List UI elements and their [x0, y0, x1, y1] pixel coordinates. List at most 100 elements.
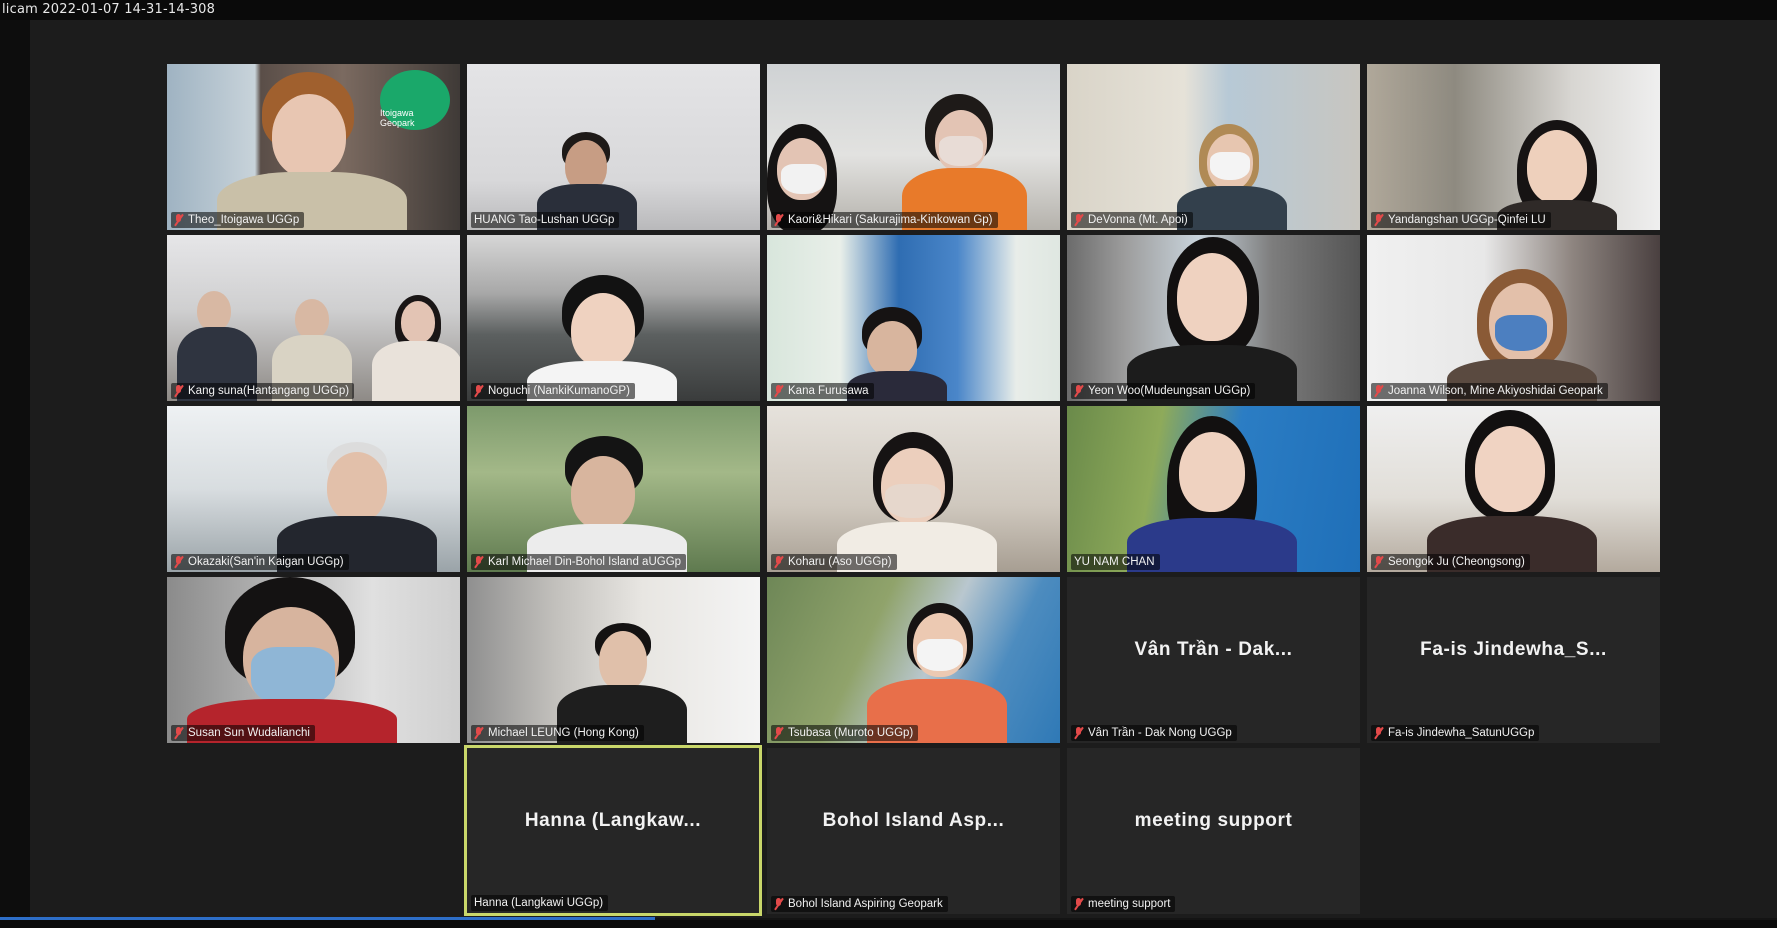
participant-name-text: Yandangshan UGGp-Qinfei LU — [1388, 214, 1546, 226]
video-tile[interactable]: YU NAM CHAN — [1067, 406, 1360, 572]
participant-name-text: Bohol Island Aspiring Geopark — [788, 898, 943, 910]
participant-face — [571, 456, 635, 530]
video-tile[interactable]: Seongok Ju (Cheongsong) — [1367, 406, 1660, 572]
participant-display-name: meeting support — [1134, 810, 1293, 831]
participant-name: Fa-is Jindewha_SatunUGGp — [1371, 725, 1540, 741]
participant-display-name: Fa-is Jindewha_S... — [1420, 639, 1607, 660]
geopark-logo: Itoigawa Geopark — [380, 70, 450, 130]
participant-name: Noguchi (NankiKumanoGP) — [471, 383, 635, 399]
participant-face — [1475, 426, 1545, 512]
video-tile[interactable]: Kana Furusawa — [767, 235, 1060, 401]
face-mask — [917, 639, 963, 671]
video-tile[interactable]: Yandangshan UGGp-Qinfei LU — [1367, 64, 1660, 230]
participant-display-name: Vân Trần - Dak... — [1134, 639, 1293, 660]
video-tile-camera-off[interactable]: Vân Trần - Dak... Vân Trần - Dak Nong UG… — [1067, 577, 1360, 743]
mic-muted-icon — [1074, 727, 1083, 739]
bottom-edge — [0, 920, 1777, 928]
participant-name-text: DeVonna (Mt. Apoi) — [1088, 214, 1188, 226]
participant-body — [1177, 186, 1287, 230]
face-mask — [885, 484, 941, 518]
face-mask — [1495, 315, 1547, 351]
participant-name-text: Noguchi (NankiKumanoGP) — [488, 385, 630, 397]
participant-name: Kang suna(Hantangang UGGp) — [171, 383, 355, 399]
video-tile[interactable]: DeVonna (Mt. Apoi) — [1067, 64, 1360, 230]
participant-name-text: Kaori&Hikari (Sakurajima-Kinkowan Gp) — [788, 214, 993, 226]
video-tile[interactable]: Koharu (Aso UGGp) — [767, 406, 1060, 572]
participant-name-text: Theo_Itoigawa UGGp — [188, 214, 300, 226]
participant-name: Tsubasa (Muroto UGGp) — [771, 725, 919, 741]
mic-muted-icon — [774, 556, 783, 568]
participant-name: Vân Trần - Dak Nong UGGp — [1071, 725, 1237, 741]
participant-name: YU NAM CHAN — [1071, 554, 1160, 570]
mic-muted-icon — [774, 898, 783, 910]
mic-muted-icon — [1374, 214, 1383, 226]
participant-name: Kaori&Hikari (Sakurajima-Kinkowan Gp) — [771, 212, 998, 228]
mic-muted-icon — [774, 727, 783, 739]
video-tile[interactable]: Kaori&Hikari (Sakurajima-Kinkowan Gp) — [767, 64, 1060, 230]
video-tile[interactable]: Joanna Wilson, Mine Akiyoshidai Geopark — [1367, 235, 1660, 401]
mic-muted-icon — [474, 556, 483, 568]
participant-name-text: Joanna Wilson, Mine Akiyoshidai Geopark — [1388, 385, 1603, 397]
participant-name-text: Fa-is Jindewha_SatunUGGp — [1388, 727, 1535, 739]
participant-body — [372, 341, 460, 401]
participant-face — [295, 299, 329, 339]
participant-name-text: Seongok Ju (Cheongsong) — [1388, 556, 1525, 568]
participant-face — [197, 291, 231, 331]
video-tile-active-speaker[interactable]: Hanna (Langkaw... Hanna (Langkawi UGGp) — [464, 745, 762, 916]
face-mask — [251, 647, 335, 707]
recorder-bar: licam 2022-01-07 14-31-14-308 — [0, 0, 1777, 20]
video-tile-camera-off[interactable]: Bohol Island Asp... Bohol Island Aspirin… — [767, 748, 1060, 914]
participant-name: Kana Furusawa — [771, 383, 874, 399]
participant-name: Yandangshan UGGp-Qinfei LU — [1371, 212, 1551, 228]
video-tile[interactable]: Karl Michael Din-Bohol Island aUGGp — [467, 406, 760, 572]
participant-face — [272, 94, 346, 178]
participant-face — [599, 631, 647, 691]
participant-name: Joanna Wilson, Mine Akiyoshidai Geopark — [1371, 383, 1608, 399]
video-tile[interactable]: Kang suna(Hantangang UGGp) — [167, 235, 460, 401]
participant-face — [1177, 253, 1247, 341]
participant-name-text: Hanna (Langkawi UGGp) — [474, 897, 604, 909]
participant-name: meeting support — [1071, 896, 1176, 912]
face-mask — [781, 164, 825, 194]
participant-name: Michael LEUNG (Hong Kong) — [471, 725, 644, 741]
video-tile[interactable]: HUANG Tao-Lushan UGGp — [467, 64, 760, 230]
video-tile[interactable]: Michael LEUNG (Hong Kong) — [467, 577, 760, 743]
participant-name-text: meeting support — [1088, 898, 1171, 910]
mic-muted-icon — [774, 385, 783, 397]
video-tile-camera-off[interactable]: meeting support meeting support — [1067, 748, 1360, 914]
participant-face — [867, 321, 917, 377]
participant-name: Karl Michael Din-Bohol Island aUGGp — [471, 554, 687, 570]
mic-muted-icon — [1374, 385, 1383, 397]
video-tile[interactable]: Okazaki(San'in Kaigan UGGp) — [167, 406, 460, 572]
video-tile[interactable]: Noguchi (NankiKumanoGP) — [467, 235, 760, 401]
participant-name: Susan Sun Wudalianchi — [171, 725, 315, 741]
participant-name: Hanna (Langkawi UGGp) — [471, 895, 609, 911]
mic-muted-icon — [174, 385, 183, 397]
participant-name-text: Kang suna(Hantangang UGGp) — [188, 385, 350, 397]
mic-muted-icon — [1074, 385, 1083, 397]
mic-muted-icon — [474, 385, 483, 397]
video-tile[interactable]: Itoigawa Geopark Theo_Itoigawa UGGp — [167, 64, 460, 230]
participant-name-text: Okazaki(San'in Kaigan UGGp) — [188, 556, 344, 568]
mic-muted-icon — [1074, 898, 1083, 910]
mic-muted-icon — [1374, 556, 1383, 568]
mic-muted-icon — [474, 727, 483, 739]
participant-name: Yeon Woo(Mudeungsan UGGp) — [1071, 383, 1256, 399]
participant-name: Seongok Ju (Cheongsong) — [1371, 554, 1530, 570]
participant-face — [1179, 432, 1245, 512]
mic-muted-icon — [1374, 727, 1383, 739]
participant-name: Bohol Island Aspiring Geopark — [771, 896, 948, 912]
video-tile[interactable]: Yeon Woo(Mudeungsan UGGp) — [1067, 235, 1360, 401]
participant-name-text: Yeon Woo(Mudeungsan UGGp) — [1088, 385, 1251, 397]
participant-display-name: Bohol Island Asp... — [822, 810, 1005, 831]
video-tile[interactable]: Tsubasa (Muroto UGGp) — [767, 577, 1060, 743]
participant-name: Okazaki(San'in Kaigan UGGp) — [171, 554, 349, 570]
video-tile[interactable]: Susan Sun Wudalianchi — [167, 577, 460, 743]
participant-name-text: Susan Sun Wudalianchi — [188, 727, 310, 739]
participant-name-text: HUANG Tao-Lushan UGGp — [474, 214, 615, 226]
face-mask — [1210, 152, 1250, 180]
video-tile-camera-off[interactable]: Fa-is Jindewha_S... Fa-is Jindewha_Satun… — [1367, 577, 1660, 743]
participant-face — [327, 452, 387, 522]
participant-face — [401, 301, 435, 343]
participant-name-text: YU NAM CHAN — [1074, 556, 1155, 568]
